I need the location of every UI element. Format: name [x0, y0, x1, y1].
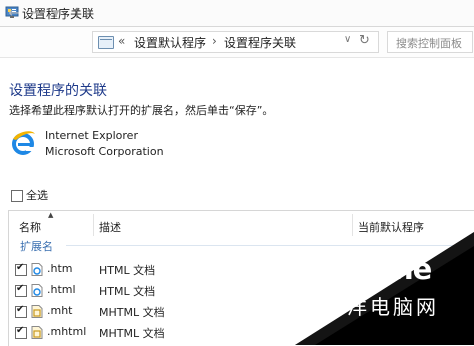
column-header-name[interactable]: 名称	[19, 219, 41, 235]
chevron-down-icon: ▼	[52, 9, 60, 19]
row-description: HTML 文档	[99, 285, 156, 298]
select-all-checkbox[interactable]	[11, 190, 23, 202]
row-checkbox[interactable]	[15, 325, 27, 339]
sort-indicator-icon: ▲	[48, 211, 54, 219]
row-description: MHTML 文档	[99, 306, 165, 319]
ie-file-icon	[31, 284, 43, 297]
instruction-text: 选择希望此程序默认打开的扩展名，然后单击“保存”。	[9, 104, 274, 117]
row-description: MHTML 文档	[99, 327, 165, 340]
breadcrumb-default-programs[interactable]: 设置默认程序	[134, 34, 206, 51]
row-extension[interactable]: .mht	[47, 304, 73, 317]
arrow-left-icon: ←	[8, 6, 20, 21]
row-extension[interactable]: .html	[47, 283, 76, 296]
arrow-up-icon: ↑	[71, 6, 83, 22]
watermark-subtitle: 太平洋电脑网	[301, 295, 439, 319]
forward-button[interactable]: →	[27, 5, 43, 23]
row-checkbox[interactable]	[15, 304, 27, 318]
recent-locations-button[interactable]: ▼	[48, 5, 64, 23]
up-button[interactable]: ↑	[69, 5, 85, 23]
mht-file-icon	[31, 326, 43, 339]
breadcrumb-set-associations[interactable]: 设置程序关联	[224, 34, 296, 51]
breadcrumb-separator: ›	[212, 34, 217, 48]
refresh-button[interactable]: ↻	[359, 33, 370, 48]
address-bar[interactable]: « 设置默认程序 › 设置程序关联 ∨ ↻	[92, 31, 379, 53]
chevron-down-icon: ∨	[344, 34, 352, 45]
search-input[interactable]: 搜索控制面板	[396, 35, 462, 51]
row-checkbox[interactable]	[15, 262, 27, 276]
program-name: Internet Explorer	[45, 129, 138, 142]
watermark-logo: PConline	[296, 252, 432, 286]
internet-explorer-icon	[12, 131, 35, 155]
arrow-right-icon: →	[29, 6, 41, 21]
search-box[interactable]: 搜索控制面板	[387, 31, 473, 53]
page-title: 设置程序的关联	[9, 83, 107, 99]
column-divider[interactable]	[93, 214, 94, 236]
row-checkbox[interactable]	[15, 283, 27, 297]
program-publisher: Microsoft Corporation	[45, 145, 164, 158]
address-dropdown-button[interactable]: ∨	[344, 34, 351, 45]
refresh-icon: ↻	[359, 33, 370, 48]
control-panel-folder-icon	[98, 36, 114, 49]
group-header-extensions[interactable]: 扩展名	[20, 238, 53, 254]
breadcrumb-overflow[interactable]: «	[118, 34, 125, 48]
column-header-description[interactable]: 描述	[99, 219, 121, 235]
select-all-label[interactable]: 全选	[26, 187, 48, 203]
ie-file-icon	[31, 263, 43, 276]
back-button[interactable]: ←	[6, 5, 22, 23]
mht-file-icon	[31, 305, 43, 318]
row-extension[interactable]: .htm	[47, 262, 73, 275]
row-description: HTML 文档	[99, 264, 156, 277]
watermark-corner	[295, 232, 474, 345]
row-extension[interactable]: .mhtml	[47, 325, 86, 338]
